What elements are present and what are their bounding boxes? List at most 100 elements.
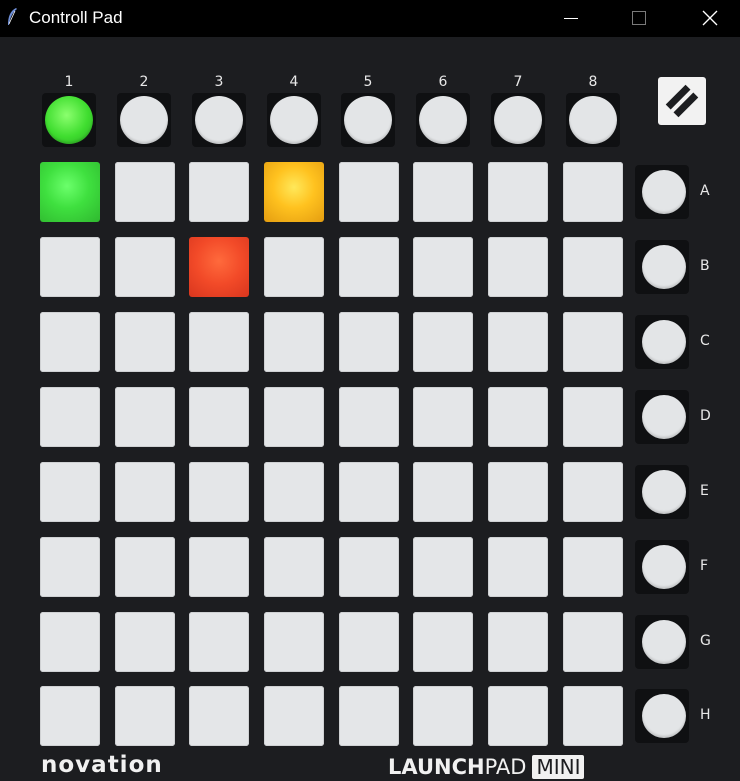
scene-button-d[interactable] [642, 395, 686, 439]
pad-h-5[interactable] [339, 686, 399, 746]
pad-c-8[interactable] [563, 312, 623, 372]
pad-g-2[interactable] [115, 612, 175, 672]
pad-a-5[interactable] [339, 162, 399, 222]
top-button-1[interactable] [45, 96, 93, 144]
pad-a-6[interactable] [413, 162, 473, 222]
scene-button-b[interactable] [642, 245, 686, 289]
pad-f-7[interactable] [488, 537, 548, 597]
product-name: LAUNCHPAD MINI [388, 755, 585, 779]
pad-f-3[interactable] [189, 537, 249, 597]
pad-a-4[interactable] [264, 162, 324, 222]
top-button-label: 6 [438, 74, 448, 90]
close-button[interactable] [686, 0, 732, 37]
product-bold: LAUNCH [388, 755, 485, 779]
pad-e-4[interactable] [264, 462, 324, 522]
pad-d-7[interactable] [488, 387, 548, 447]
scene-button-h[interactable] [642, 694, 686, 738]
pad-g-1[interactable] [40, 612, 100, 672]
maker-brand: novation [41, 752, 163, 778]
minimize-button[interactable] [548, 0, 594, 37]
top-button-2[interactable] [120, 96, 168, 144]
pad-c-1[interactable] [40, 312, 100, 372]
pad-e-7[interactable] [488, 462, 548, 522]
top-button-6[interactable] [419, 96, 467, 144]
top-button-label: 5 [363, 74, 373, 90]
pad-c-7[interactable] [488, 312, 548, 372]
pad-f-4[interactable] [264, 537, 324, 597]
pad-b-6[interactable] [413, 237, 473, 297]
scene-button-label: H [700, 707, 711, 723]
pad-g-4[interactable] [264, 612, 324, 672]
top-button-label: 2 [139, 74, 149, 90]
pad-a-3[interactable] [189, 162, 249, 222]
scene-button-label: D [700, 408, 711, 424]
top-button-label: 7 [513, 74, 523, 90]
top-button-8[interactable] [569, 96, 617, 144]
pad-g-6[interactable] [413, 612, 473, 672]
product-light: PAD [484, 755, 527, 779]
scene-button-label: G [700, 633, 711, 649]
top-button-7[interactable] [494, 96, 542, 144]
pad-b-7[interactable] [488, 237, 548, 297]
pad-h-2[interactable] [115, 686, 175, 746]
pad-c-2[interactable] [115, 312, 175, 372]
scene-button-c[interactable] [642, 320, 686, 364]
novation-logo-icon [658, 77, 706, 125]
pad-h-4[interactable] [264, 686, 324, 746]
pad-f-8[interactable] [563, 537, 623, 597]
pad-e-1[interactable] [40, 462, 100, 522]
top-button-4[interactable] [270, 96, 318, 144]
scene-button-g[interactable] [642, 620, 686, 664]
pad-d-3[interactable] [189, 387, 249, 447]
pad-b-8[interactable] [563, 237, 623, 297]
pad-c-3[interactable] [189, 312, 249, 372]
pad-b-2[interactable] [115, 237, 175, 297]
pad-h-1[interactable] [40, 686, 100, 746]
top-button-5[interactable] [344, 96, 392, 144]
pad-d-8[interactable] [563, 387, 623, 447]
pad-g-7[interactable] [488, 612, 548, 672]
pad-e-6[interactable] [413, 462, 473, 522]
top-button-3[interactable] [195, 96, 243, 144]
pad-c-5[interactable] [339, 312, 399, 372]
pad-a-8[interactable] [563, 162, 623, 222]
pad-c-4[interactable] [264, 312, 324, 372]
pad-a-7[interactable] [488, 162, 548, 222]
pad-g-8[interactable] [563, 612, 623, 672]
pad-d-4[interactable] [264, 387, 324, 447]
pad-c-6[interactable] [413, 312, 473, 372]
scene-button-e[interactable] [642, 470, 686, 514]
scene-button-label: F [700, 558, 709, 574]
pad-b-1[interactable] [40, 237, 100, 297]
pad-e-8[interactable] [563, 462, 623, 522]
pad-f-5[interactable] [339, 537, 399, 597]
pad-d-5[interactable] [339, 387, 399, 447]
pad-b-3[interactable] [189, 237, 249, 297]
pad-e-2[interactable] [115, 462, 175, 522]
pad-d-6[interactable] [413, 387, 473, 447]
pad-e-3[interactable] [189, 462, 249, 522]
maximize-button[interactable] [615, 0, 661, 37]
pad-g-3[interactable] [189, 612, 249, 672]
pad-f-6[interactable] [413, 537, 473, 597]
pad-h-6[interactable] [413, 686, 473, 746]
pad-h-3[interactable] [189, 686, 249, 746]
pad-d-1[interactable] [40, 387, 100, 447]
pad-f-1[interactable] [40, 537, 100, 597]
scene-button-label: B [700, 258, 710, 274]
product-badge: MINI [532, 755, 585, 779]
pad-a-2[interactable] [115, 162, 175, 222]
pad-g-5[interactable] [339, 612, 399, 672]
pad-h-8[interactable] [563, 686, 623, 746]
pad-b-4[interactable] [264, 237, 324, 297]
pad-h-7[interactable] [488, 686, 548, 746]
pad-a-1[interactable] [40, 162, 100, 222]
top-button-label: 1 [64, 74, 74, 90]
pad-b-5[interactable] [339, 237, 399, 297]
pad-f-2[interactable] [115, 537, 175, 597]
pad-d-2[interactable] [115, 387, 175, 447]
pad-e-5[interactable] [339, 462, 399, 522]
scene-button-f[interactable] [642, 545, 686, 589]
window-title: Controll Pad [29, 8, 123, 27]
scene-button-a[interactable] [642, 170, 686, 214]
